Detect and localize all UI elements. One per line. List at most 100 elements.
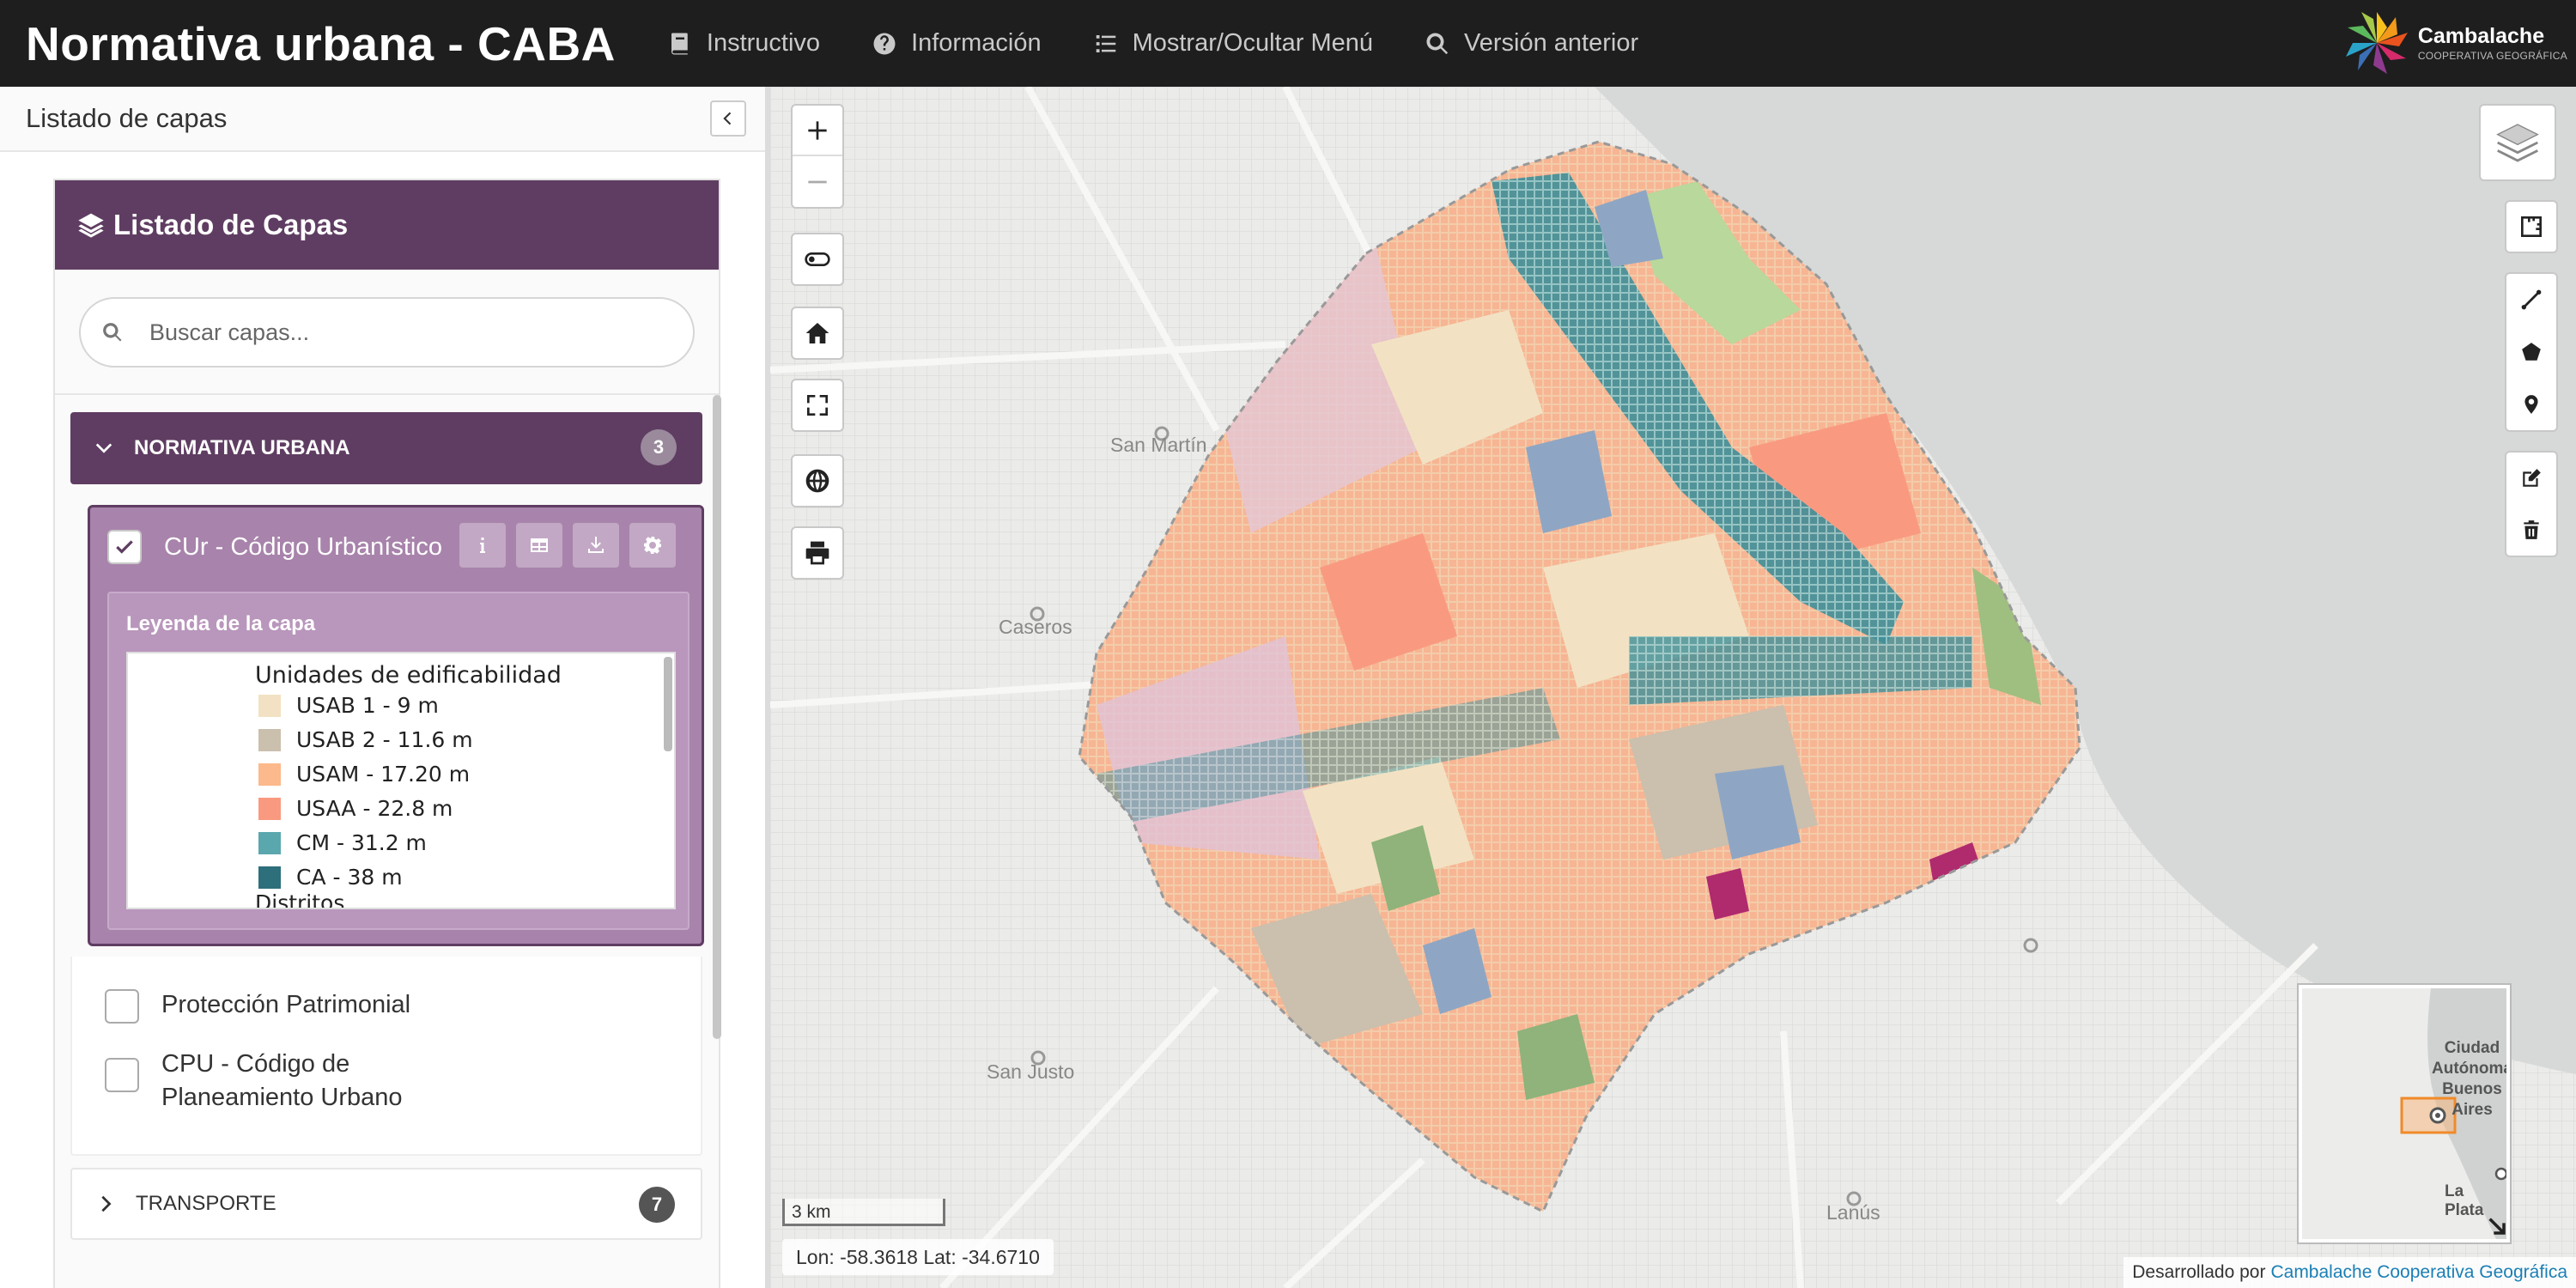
minimap-collapse-icon[interactable] [2486, 1215, 2510, 1239]
map-marker-icon [2524, 394, 2538, 414]
legend-swatch [258, 762, 281, 786]
layer-search-box[interactable] [79, 297, 695, 368]
cambalache-logo[interactable]: Cambalache COOPERATIVA GEOGRÁFICA [2342, 9, 2567, 77]
legend-swatch [258, 728, 281, 751]
legend-next-heading: Distritos [255, 890, 345, 909]
toggle-button[interactable] [791, 233, 844, 286]
zoom-control [791, 104, 844, 209]
legend-scrollbar[interactable] [664, 657, 672, 751]
checkmark-icon [116, 540, 133, 554]
map-view[interactable]: San Martín Caseros San Justo Lanús 3 km … [770, 87, 2576, 1288]
layer-legend: Leyenda de la capa Unidades de edificabi… [107, 592, 690, 930]
attribution-link[interactable]: Cambalache Cooperativa Geográfica [2270, 1262, 2567, 1283]
layers-panel: Listado de Capas NORMATIVA URBANA 3 CUr … [53, 179, 721, 1288]
legend-item-label: USAB 2 - 11.6 m [296, 727, 473, 752]
zoom-out-button[interactable] [793, 156, 842, 207]
search-icon [1426, 32, 1449, 54]
line-icon [2521, 289, 2542, 310]
legend-title: Leyenda de la capa [126, 612, 316, 635]
legend-item-label: CM - 31.2 m [296, 830, 427, 855]
edit-layers-button[interactable] [2506, 453, 2556, 504]
cambalache-logo-icon [2345, 12, 2408, 74]
legend-swatch [258, 797, 281, 820]
layer-label-cur: CUr - Código Urbanístico [164, 532, 442, 561]
legend-swatch [258, 831, 281, 854]
place-label: Lanús [1826, 1201, 1880, 1224]
place-label: San Martín [1110, 434, 1207, 456]
nav-toggle-menu[interactable]: Mostrar/Ocultar Menú [1093, 29, 1373, 58]
attribution-prefix: Desarrollado por [2132, 1262, 2266, 1282]
logo-subtitle: COOPERATIVA GEOGRÁFICA [2417, 49, 2567, 62]
legend-item: USAA - 22.8 m [258, 796, 453, 821]
delete-layers-button[interactable] [2506, 504, 2556, 556]
layer-checkbox-cur[interactable] [107, 530, 142, 564]
attribution: Desarrollado por Cambalache Cooperativa … [2123, 1257, 2576, 1288]
chevron-down-icon [95, 443, 112, 453]
measure-area-button[interactable] [2505, 200, 2558, 253]
search-icon [103, 323, 122, 342]
legend-content[interactable]: Unidades de edificabilidad USAB 1 - 9 m … [126, 652, 676, 909]
group-transporte-label: TRANSPORTE [136, 1192, 276, 1215]
globe-button[interactable] [791, 454, 844, 507]
legend-swatch [258, 694, 281, 717]
draw-marker-button[interactable] [2506, 378, 2556, 430]
place-label: San Justo [987, 1060, 1075, 1083]
overview-minimap[interactable]: Ciudad Autónoma Buenos Aires La Plata [2297, 983, 2512, 1244]
book-icon [671, 33, 688, 54]
home-button[interactable] [791, 307, 844, 360]
print-button[interactable] [791, 526, 844, 580]
legend-item-label: CA - 38 m [296, 865, 403, 890]
legend-item: CA - 38 m [258, 865, 403, 890]
plus-icon [808, 120, 827, 140]
pentagon-icon [2522, 343, 2541, 361]
nav-informacion[interactable]: Información [872, 29, 1042, 58]
collapse-sidebar-button[interactable] [710, 100, 746, 137]
sidebar: Listado de capas Listado de Capas NORMAT… [0, 87, 770, 1288]
legend-item: USAM - 17.20 m [258, 762, 470, 787]
sidebar-heading: Listado de capas [26, 103, 228, 133]
legend-item-label: USAB 1 - 9 m [296, 693, 439, 718]
layer-table-button[interactable] [516, 523, 562, 568]
layer-row-cur: CUr - Código Urbanístico [90, 507, 702, 586]
nav-instructivo[interactable]: Instructivo [667, 29, 820, 58]
nav-informacion-label: Información [911, 29, 1042, 57]
layer-info-button[interactable] [459, 523, 506, 568]
layer-label-proteccion: Protección Patrimonial [161, 990, 411, 1018]
mouse-coordinates: Lon: -58.3618 Lat: -34.6710 [782, 1239, 1054, 1275]
group-normativa-urbana[interactable]: NORMATIVA URBANA 3 [70, 412, 702, 484]
nav-version-anterior[interactable]: Versión anterior [1425, 29, 1638, 58]
nav-toggle-menu-label: Mostrar/Ocultar Menú [1132, 29, 1373, 57]
edit-toolbar [2505, 451, 2558, 557]
layer-checkbox-cpu[interactable] [105, 1058, 139, 1092]
fullscreen-button[interactable] [791, 379, 844, 432]
group-normativa-urbana-count: 3 [641, 429, 677, 465]
home-icon [805, 323, 829, 343]
layer-search-input[interactable] [149, 319, 630, 346]
download-icon [588, 537, 604, 553]
layer-switcher-button[interactable] [2479, 104, 2556, 181]
layer-settings-button[interactable] [629, 523, 676, 568]
printer-icon [805, 541, 829, 565]
layer-row-proteccion: Protección Patrimonial [88, 970, 704, 1039]
info-icon [480, 538, 485, 553]
layer-row-cpu: CPU - Código de Planeamiento Urbano [88, 1048, 704, 1142]
group-transporte[interactable]: TRANSPORTE 7 [70, 1168, 702, 1240]
layer-download-button[interactable] [573, 523, 619, 568]
draw-line-button[interactable] [2506, 274, 2556, 326]
stacked-layers-icon [2496, 124, 2539, 162]
sidebar-scrollbar[interactable] [713, 395, 721, 1039]
layer-checkbox-proteccion[interactable] [105, 989, 139, 1024]
legend-heading: Unidades de edificabilidad [255, 662, 562, 689]
legend-item-label: USAA - 22.8 m [296, 796, 453, 821]
table-icon [531, 538, 548, 552]
legend-item: USAB 1 - 9 m [258, 693, 439, 718]
zoom-in-button[interactable] [793, 106, 842, 157]
layer-tools [449, 523, 676, 568]
globe-icon [805, 469, 829, 493]
group-normativa-urbana-label: NORMATIVA URBANA [134, 436, 350, 459]
list-icon [1096, 34, 1115, 52]
nav-version-anterior-label: Versión anterior [1464, 29, 1639, 57]
draw-polygon-button[interactable] [2506, 326, 2556, 379]
legend-swatch [258, 866, 281, 889]
layers-panel-title: Listado de Capas [55, 180, 719, 270]
